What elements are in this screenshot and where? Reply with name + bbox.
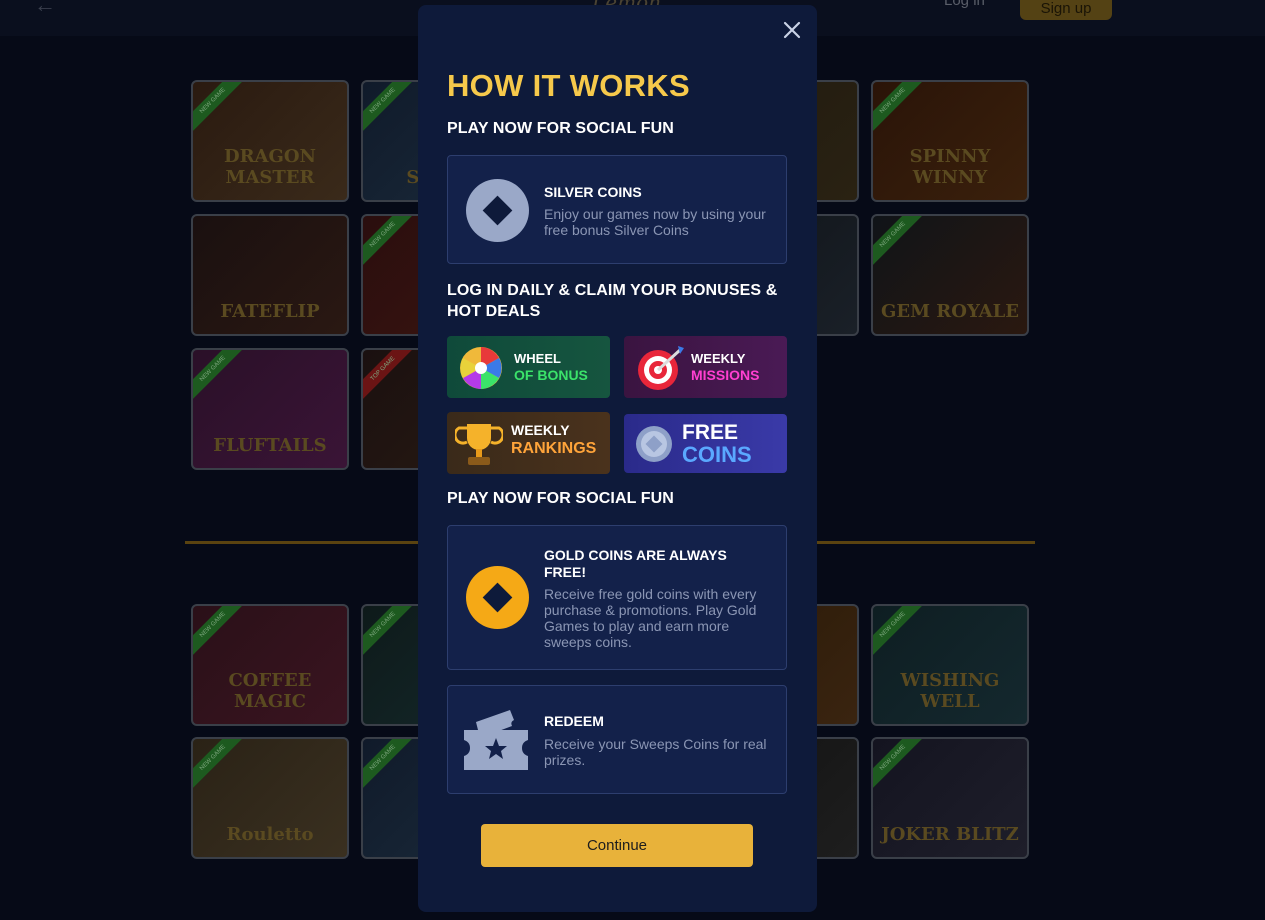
- game-tile[interactable]: NEW GAME Rouletto: [191, 737, 349, 859]
- game-title: GEM ROYALE: [881, 301, 1019, 322]
- silver-coin-icon: [466, 179, 529, 242]
- game-title: FLUFTAILS: [213, 435, 327, 456]
- ticket-icon: [464, 710, 528, 770]
- game-tile[interactable]: NEW GAME FLUFTAILS: [191, 348, 349, 470]
- section-heading-social-fun: PLAY NOW FOR SOCIAL FUN: [447, 120, 674, 137]
- promo-weekly-rankings[interactable]: WEEKLY RANKINGS: [447, 412, 610, 474]
- wheel-icon: [460, 347, 502, 389]
- game-tile[interactable]: NEW GAME SPINNY WINNY: [871, 80, 1029, 202]
- game-badge-label: NEW GAME: [879, 611, 907, 639]
- game-badge-label: NEW GAME: [199, 611, 227, 639]
- promo-wheel-of-bonus[interactable]: WHEEL OF BONUS: [447, 336, 610, 398]
- game-badge: NEW GAME: [873, 606, 927, 659]
- promo-wheel-line2: OF BONUS: [514, 367, 588, 383]
- game-badge: NEW GAME: [363, 82, 417, 135]
- gold-coin-icon: [466, 566, 529, 629]
- game-badge-label: TOP GAME: [369, 355, 397, 383]
- game-badge-label: NEW GAME: [199, 355, 227, 383]
- game-title: DRAGON MASTER: [223, 146, 317, 188]
- close-icon[interactable]: [780, 18, 804, 42]
- game-badge: NEW GAME: [873, 216, 927, 269]
- gold-coins-desc: Receive free gold coins with every purch…: [544, 586, 757, 650]
- game-badge-label: NEW GAME: [879, 221, 907, 249]
- promo-wheel-line1: WHEEL: [514, 351, 561, 366]
- continue-button[interactable]: Continue: [481, 824, 753, 867]
- promo-free-coins[interactable]: FREE COINS: [624, 414, 787, 473]
- redeem-title: REDEEM: [544, 713, 604, 729]
- section-heading-daily-bonus: LOG IN DAILY & CLAIM YOUR BONUSES & HOT …: [447, 282, 778, 320]
- silver-coins-card: SILVER COINS Enjoy our games now by usin…: [447, 155, 787, 264]
- trophy-icon: [455, 424, 503, 465]
- game-tile[interactable]: NEW GAME GEM ROYALE: [871, 214, 1029, 336]
- game-badge: NEW GAME: [193, 739, 247, 792]
- game-tile[interactable]: NEW GAME COFFEE MAGIC: [191, 604, 349, 726]
- promo-free-coins-line1: FREE: [682, 421, 739, 444]
- game-badge-label: NEW GAME: [879, 87, 907, 115]
- game-badge: NEW GAME: [363, 606, 417, 659]
- gold-coins-title: GOLD COINS ARE ALWAYS FREE!: [544, 547, 727, 580]
- game-badge: NEW GAME: [193, 606, 247, 659]
- game-badge: NEW GAME: [873, 739, 927, 792]
- game-title: FATEFLIP: [220, 301, 320, 322]
- modal-title: HOW IT WORKS: [447, 68, 690, 103]
- game-badge-label: NEW GAME: [369, 744, 397, 772]
- signup-button[interactable]: Sign up: [1020, 0, 1112, 20]
- game-tile[interactable]: NEW GAME DRAGON MASTER: [191, 80, 349, 202]
- game-badge-label: NEW GAME: [369, 221, 397, 249]
- game-badge: NEW GAME: [193, 350, 247, 403]
- silver-coins-desc: Enjoy our games now by using your free b…: [544, 206, 766, 238]
- gold-coins-card: GOLD COINS ARE ALWAYS FREE! Receive free…: [447, 525, 787, 670]
- game-tile[interactable]: NEW GAME JOKER BLITZ: [871, 737, 1029, 859]
- promo-missions-line1: WEEKLY: [691, 351, 746, 366]
- promo-weekly-missions[interactable]: WEEKLY MISSIONS: [624, 336, 787, 398]
- game-badge: NEW GAME: [363, 739, 417, 792]
- section-heading-social-fun-2: PLAY NOW FOR SOCIAL FUN: [447, 490, 674, 507]
- game-badge: NEW GAME: [873, 82, 927, 135]
- target-icon: [638, 346, 684, 390]
- game-badge-label: NEW GAME: [879, 744, 907, 772]
- game-title: SPINNY WINNY: [909, 146, 991, 188]
- redeem-desc: Receive your Sweeps Coins for real prize…: [544, 736, 767, 768]
- game-badge: NEW GAME: [193, 82, 247, 135]
- game-badge: NEW GAME: [363, 216, 417, 269]
- game-badge-label: NEW GAME: [199, 87, 227, 115]
- game-tile[interactable]: FATEFLIP: [191, 214, 349, 336]
- game-badge-label: NEW GAME: [369, 87, 397, 115]
- redeem-card: REDEEM Receive your Sweeps Coins for rea…: [447, 685, 787, 794]
- silver-coins-title: SILVER COINS: [544, 184, 642, 200]
- game-title: JOKER BLITZ: [881, 824, 1019, 845]
- game-title: Rouletto: [226, 824, 314, 845]
- login-link[interactable]: Log in: [944, 0, 985, 9]
- back-arrow-icon[interactable]: ←: [34, 0, 56, 18]
- game-title: WISHING WELL: [900, 670, 1000, 712]
- promo-free-coins-line2: COINS: [682, 442, 752, 467]
- coin-stack-icon: [636, 426, 672, 462]
- game-badge: TOP GAME: [363, 350, 417, 403]
- game-tile[interactable]: NEW GAME WISHING WELL: [871, 604, 1029, 726]
- game-badge-label: NEW GAME: [369, 611, 397, 639]
- promo-rankings-line1: WEEKLY: [511, 422, 570, 438]
- promo-missions-line2: MISSIONS: [691, 367, 760, 383]
- game-badge-label: NEW GAME: [199, 744, 227, 772]
- game-title: COFFEE MAGIC: [228, 670, 312, 712]
- promo-rankings-line2: RANKINGS: [511, 440, 597, 457]
